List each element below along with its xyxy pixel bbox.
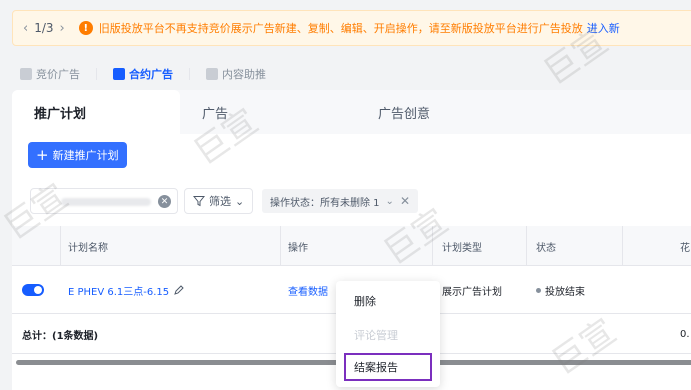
menu-item-comment-management: 评论管理 [354, 329, 398, 342]
header-spend: 花 [680, 242, 690, 254]
action-cell: 查看数据 | [288, 266, 339, 314]
contract-icon [113, 68, 125, 80]
plan-name-link[interactable]: E PHEV 6.1三点-6.15 [68, 283, 169, 298]
chevron-right-icon[interactable]: › [60, 21, 65, 36]
view-data-link[interactable]: 查看数据 [288, 283, 328, 298]
ad-type-contract[interactable]: 合约广告 [113, 66, 173, 82]
search-value-blurred [61, 198, 151, 206]
status-dot [536, 287, 541, 293]
chevron-left-icon[interactable]: ‹ [23, 21, 28, 36]
menu-item-delete[interactable]: 删除 [336, 287, 440, 315]
tab-creatives[interactable]: 广告创意 [358, 90, 536, 134]
pager-text: 1/3 [34, 21, 54, 35]
new-plan-label: 新建推广计划 [52, 149, 119, 162]
header-plan-name: 计划名称 [68, 242, 108, 254]
status-filter-tag[interactable]: 操作状态：所有未删除 1 ⌄ ✕ [262, 189, 418, 213]
chevron-down-icon: ⌄ [235, 194, 245, 208]
plan-type-cell: 展示广告计划 [442, 286, 502, 298]
filter-label: 筛选 [209, 195, 231, 208]
clear-icon[interactable]: ✕ [158, 195, 171, 208]
chevron-down-icon: ⌄ [385, 195, 394, 207]
plan-toggle[interactable] [22, 284, 44, 296]
header-status: 状态 [536, 242, 556, 254]
tab-ads[interactable]: 广告 [180, 90, 358, 134]
ad-type-label: 内容助推 [222, 68, 266, 81]
notice-pager: ‹ 1/3 › [23, 21, 65, 36]
total-spend: 0. [680, 328, 690, 340]
notice-link[interactable]: 进入新 [587, 20, 620, 36]
filter-button[interactable]: 筛选 ⌄ [184, 188, 254, 214]
close-icon[interactable]: ✕ [400, 194, 410, 208]
boost-icon [206, 68, 218, 80]
ad-type-boost[interactable]: 内容助推 [206, 66, 266, 82]
notice-text: 旧版投放平台不再支持竞价展示广告新建、复制、编辑、开启操作，请至新版投放平台进行… [98, 22, 583, 35]
plus-icon: + [36, 145, 49, 164]
edit-icon[interactable] [173, 284, 184, 296]
notice-bar: ‹ 1/3 › ! 旧版投放平台不再支持竞价展示广告新建、复制、编辑、开启操作，… [12, 10, 691, 46]
bidding-icon [20, 68, 32, 80]
column-divider [526, 226, 527, 266]
column-divider [280, 226, 281, 266]
tab-bar: 推广计划 广告 广告创意 [12, 90, 691, 134]
action-dropdown-menu: 删除 评论管理 结案报告 [336, 281, 440, 387]
divider [96, 68, 97, 80]
status-text: 投放结束 [545, 286, 585, 298]
column-divider [60, 226, 61, 266]
column-divider [622, 226, 623, 266]
warning-icon: ! [78, 21, 93, 35]
ad-type-bar: 竞价广告 合约广告 内容助推 [20, 66, 266, 82]
new-plan-button[interactable]: + 新建推广计划 [28, 142, 127, 168]
tab-plans[interactable]: 推广计划 [12, 90, 180, 134]
menu-item-final-report[interactable]: 结案报告 [344, 353, 432, 381]
status-filter-label: 操作状态：所有未删除 1 [270, 197, 380, 209]
table-header: 计划名称 操作 计划类型 状态 花 [12, 226, 691, 266]
filter-bar: ✕ 筛选 ⌄ 操作状态：所有未删除 1 ⌄ ✕ [12, 188, 691, 216]
funnel-icon [193, 196, 205, 207]
status-cell: 投放结束 [536, 266, 585, 314]
column-divider [432, 226, 433, 266]
search-input[interactable]: ✕ [30, 188, 178, 214]
header-plan-type: 计划类型 [442, 242, 482, 254]
total-label: 总计：(1条数据) [22, 330, 99, 342]
ad-type-bidding[interactable]: 竞价广告 [20, 66, 80, 82]
divider [189, 68, 190, 80]
ad-type-label: 合约广告 [129, 68, 173, 81]
header-action: 操作 [288, 242, 308, 254]
plan-name-cell: E PHEV 6.1三点-6.15 [68, 266, 184, 314]
ad-type-label: 竞价广告 [36, 68, 80, 81]
row-toggle-cell [22, 266, 44, 314]
